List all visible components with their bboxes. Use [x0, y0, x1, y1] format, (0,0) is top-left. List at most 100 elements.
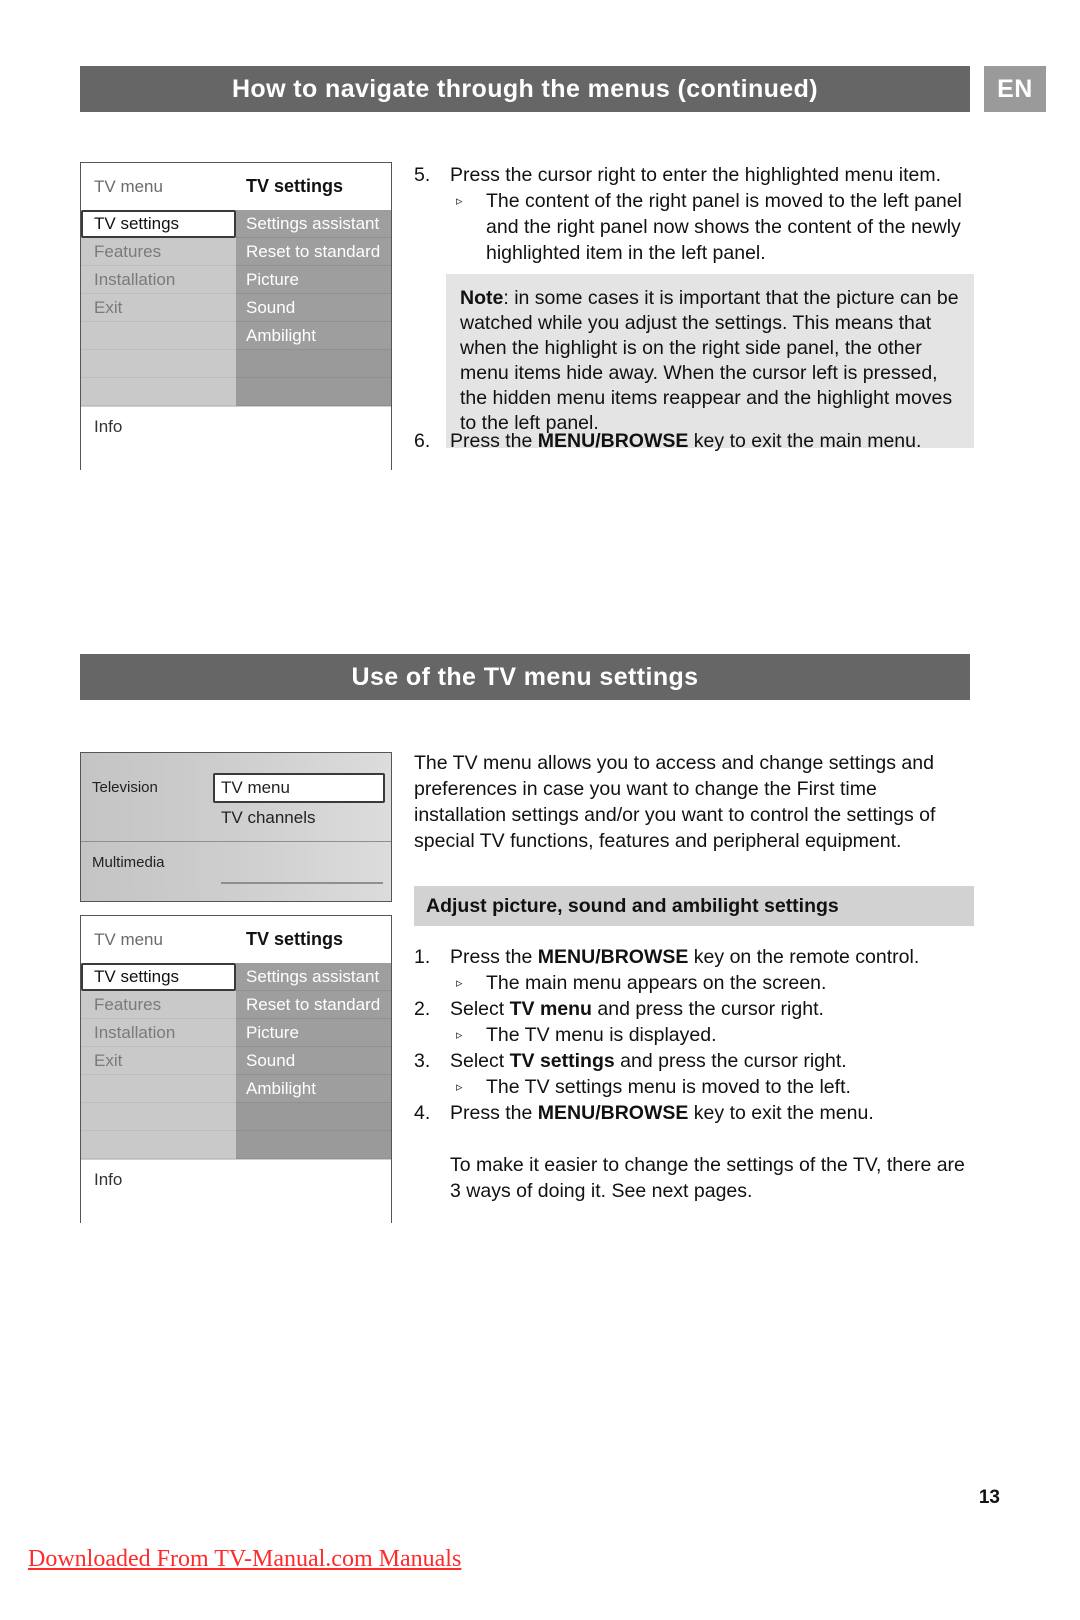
osd-left-item-empty-3 — [81, 378, 236, 406]
manual-page: How to navigate through the menus (conti… — [0, 0, 1080, 1620]
osd2-right-item-picture[interactable]: Picture — [236, 1019, 391, 1047]
osd2-left-item-features[interactable]: Features — [81, 991, 236, 1019]
section-banner-tv-menu-settings: Use of the TV menu settings — [80, 654, 970, 700]
osd2-left-item-empty-3 — [81, 1131, 236, 1159]
browse-item-tv-menu[interactable]: TV menu — [213, 773, 385, 803]
osd-right-column: Settings assistant Reset to standard Pic… — [236, 210, 391, 406]
step-3-sub-text: The TV settings menu is moved to the lef… — [486, 1076, 851, 1098]
step-4-text-before: Press the — [450, 1102, 538, 1124]
steps-list-bottom: 1. Press the MENU/BROWSE key on the remo… — [414, 944, 974, 1204]
step-1-text-after: key on the remote control. — [688, 946, 920, 968]
osd-left-item-exit[interactable]: Exit — [81, 294, 236, 322]
osd-info-footer: Info — [81, 406, 391, 474]
osd-left-item-empty-2 — [81, 350, 236, 378]
bullet-triangle-icon: ▹ — [456, 1079, 463, 1094]
osd-right-item-empty-2 — [236, 378, 391, 406]
step-1-number: 1. — [414, 946, 431, 968]
step-6-number: 6. — [414, 430, 431, 452]
osd-right-item-picture[interactable]: Picture — [236, 266, 391, 294]
section-banner-navigate: How to navigate through the menus (conti… — [80, 66, 970, 112]
browse-group-multimedia: Multimedia — [81, 842, 391, 900]
osd-right-item-sound[interactable]: Sound — [236, 294, 391, 322]
osd2-left-item-installation[interactable]: Installation — [81, 1019, 236, 1047]
step-2-text-after: and press the cursor right. — [591, 998, 824, 1020]
tv-osd-menu-bottom: TV menu TV settings TV settings Features… — [80, 915, 392, 1227]
browse-items-television: TV menu TV channels — [213, 773, 391, 841]
step-4-number: 4. — [414, 1102, 431, 1124]
closing-paragraph: To make it easier to change the settings… — [450, 1154, 965, 1202]
osd2-right-item-settings-assistant[interactable]: Settings assistant — [236, 963, 391, 991]
watermark-text: Downloaded From TV-Manual.com Manuals — [28, 1546, 462, 1572]
step-6-text-after: key to exit the main menu. — [688, 430, 922, 452]
step-2-sub-text: The TV menu is displayed. — [486, 1024, 717, 1046]
page-number: 13 — [978, 1487, 1000, 1508]
intro-paragraph: The TV menu allows you to access and cha… — [414, 752, 936, 852]
language-badge: EN — [984, 66, 1046, 112]
osd-body-2: TV settings Features Installation Exit S… — [81, 963, 391, 1159]
subsection-heading-bar: Adjust picture, sound and ambilight sett… — [414, 886, 974, 926]
osd2-right-item-empty-1 — [236, 1103, 391, 1131]
step-5-sub: ▹ The content of the right panel is move… — [450, 188, 974, 266]
step-6: 6. Press the MENU/BROWSE key to exit the… — [414, 428, 974, 454]
osd2-left-column: TV settings Features Installation Exit — [81, 963, 236, 1159]
osd2-right-column: Settings assistant Reset to standard Pic… — [236, 963, 391, 1159]
osd2-left-item-empty-1 — [81, 1075, 236, 1103]
osd2-header-left-label: TV menu — [94, 929, 163, 949]
step-5-sub-text: The content of the right panel is moved … — [486, 190, 962, 264]
browse-item-tv-channels[interactable]: TV channels — [213, 803, 385, 833]
note-box: Note: in some cases it is important that… — [446, 274, 974, 448]
osd2-right-item-reset-to-standard[interactable]: Reset to standard — [236, 991, 391, 1019]
step-6-key: MENU/BROWSE — [537, 430, 689, 452]
step-1-key: MENU/BROWSE — [537, 946, 689, 968]
osd-left-item-installation[interactable]: Installation — [81, 266, 236, 294]
step-5-number: 5. — [414, 164, 431, 186]
step-2-number: 2. — [414, 998, 431, 1020]
osd-header: TV menu TV settings — [81, 163, 391, 210]
osd-left-column: TV settings Features Installation Exit — [81, 210, 236, 406]
step-6-text-before: Press the — [450, 430, 538, 452]
note-text: in some cases it is important that the p… — [460, 287, 959, 434]
step-1-sub-text: The main menu appears on the screen. — [486, 972, 827, 994]
step-2-sub: ▹ The TV menu is displayed. — [450, 1022, 974, 1048]
osd-right-item-reset-to-standard[interactable]: Reset to standard — [236, 238, 391, 266]
step-1: 1. Press the MENU/BROWSE key on the remo… — [414, 944, 974, 996]
browse-group-television: Television TV menu TV channels — [81, 753, 391, 841]
step-1-sub: ▹ The main menu appears on the screen. — [450, 970, 974, 996]
osd-right-item-settings-assistant[interactable]: Settings assistant — [236, 210, 391, 238]
bullet-triangle-icon: ▹ — [456, 1027, 463, 1042]
step-3-text-before: Select — [450, 1050, 510, 1072]
step-5-text: Press the cursor right to enter the high… — [450, 164, 942, 186]
osd-left-item-features[interactable]: Features — [81, 238, 236, 266]
osd-left-item-empty-1 — [81, 322, 236, 350]
tv-browse-panel: Television TV menu TV channels Multimedi… — [80, 752, 392, 902]
step-3-text-after: and press the cursor right. — [614, 1050, 847, 1072]
osd2-right-item-sound[interactable]: Sound — [236, 1047, 391, 1075]
browse-items-multimedia — [213, 854, 391, 900]
osd-header-2: TV menu TV settings — [81, 916, 391, 963]
osd2-left-item-exit[interactable]: Exit — [81, 1047, 236, 1075]
osd-header-right-label: TV settings — [246, 176, 344, 196]
osd-right-item-empty-1 — [236, 350, 391, 378]
step-2-key: TV menu — [509, 998, 592, 1020]
step-3-sub: ▹ The TV settings menu is moved to the l… — [450, 1074, 974, 1100]
browse-label-multimedia: Multimedia — [92, 854, 165, 871]
step-2: 2. Select TV menu and press the cursor r… — [414, 996, 974, 1048]
step-4-text-after: key to exit the menu. — [688, 1102, 874, 1124]
steps-list-top: 5. Press the cursor right to enter the h… — [414, 162, 974, 266]
section-title: How to navigate through the menus (conti… — [231, 74, 819, 103]
step-5: 5. Press the cursor right to enter the h… — [414, 162, 974, 266]
step-1-text-before: Press the — [450, 946, 538, 968]
step-3-key: TV settings — [509, 1050, 615, 1072]
osd2-left-item-tv-settings[interactable]: TV settings — [81, 963, 236, 991]
osd-right-item-ambilight[interactable]: Ambilight — [236, 322, 391, 350]
osd2-right-item-ambilight[interactable]: Ambilight — [236, 1075, 391, 1103]
note-label: Note — [460, 287, 504, 309]
step-3: 3. Select TV settings and press the curs… — [414, 1048, 974, 1100]
section-2-title: Use of the TV menu settings — [351, 662, 699, 691]
osd-left-item-tv-settings[interactable]: TV settings — [81, 210, 236, 238]
step-2-text-before: Select — [450, 998, 510, 1020]
step-4-key: MENU/BROWSE — [537, 1102, 689, 1124]
tv-osd-menu-top: TV menu TV settings TV settings Features… — [80, 162, 392, 474]
step-4: 4. Press the MENU/BROWSE key to exit the… — [414, 1100, 974, 1126]
